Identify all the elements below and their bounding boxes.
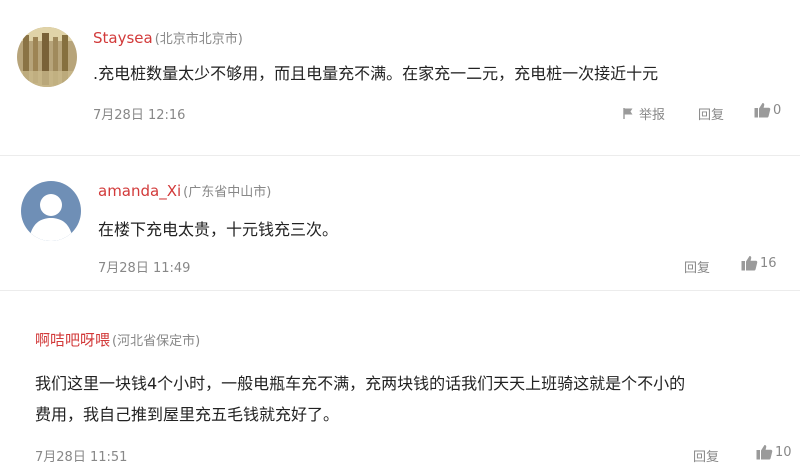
comment-username[interactable]: amanda_Xi (广东省中山市) bbox=[98, 181, 271, 200]
reply-button[interactable]: 回复 bbox=[693, 446, 719, 465]
like-button[interactable]: 0 bbox=[754, 102, 781, 118]
like-button[interactable]: 16 bbox=[741, 255, 777, 271]
default-avatar-icon bbox=[21, 181, 81, 241]
user-location: (河北省保定市) bbox=[112, 334, 201, 349]
username-text[interactable]: 啊咭吧呀喂 bbox=[35, 331, 110, 349]
thumbs-up-icon bbox=[741, 256, 758, 271]
comment-username[interactable]: Staysea (北京市北京市) bbox=[93, 28, 243, 47]
like-count: 16 bbox=[760, 255, 777, 271]
report-button[interactable]: 举报 bbox=[622, 104, 665, 123]
report-label: 举报 bbox=[639, 108, 666, 123]
reply-button[interactable]: 回复 bbox=[698, 104, 724, 123]
flag-icon bbox=[623, 108, 633, 119]
username-text[interactable]: Staysea bbox=[93, 29, 153, 47]
comment-content-line: 我们这里一块钱4个小时，一般电瓶车充不满，充两块钱的话我们天天上班骑这就是个不小… bbox=[35, 374, 686, 393]
user-location: (北京市北京市) bbox=[154, 32, 243, 47]
comment-time: 7月28日 12:16 bbox=[93, 108, 186, 123]
avatar[interactable] bbox=[21, 181, 81, 241]
comment-item: 啊咭吧呀喂 (河北省保定市) 我们这里一块钱4个小时，一般电瓶车充不满，充两块钱的… bbox=[0, 291, 800, 476]
user-location: (广东省中山市) bbox=[183, 185, 272, 200]
comment-content-line: 费用，我自己推到屋里充五毛钱就充好了。 bbox=[35, 405, 340, 424]
thumbs-up-icon bbox=[756, 445, 773, 460]
comment-item: amanda_Xi (广东省中山市) 在楼下充电太贵，十元钱充三次。 7月28日 … bbox=[0, 156, 800, 290]
comment-content: 我们这里一块钱4个小时，一般电瓶车充不满，充两块钱的话我们天天上班骑这就是个不小… bbox=[35, 368, 685, 430]
reply-label: 回复 bbox=[693, 450, 720, 465]
avatar[interactable] bbox=[17, 27, 77, 87]
comment-content: 在楼下充电太贵，十元钱充三次。 bbox=[98, 220, 339, 239]
reply-label: 回复 bbox=[684, 261, 711, 276]
comment-time: 7月28日 11:51 bbox=[35, 450, 128, 465]
comment-time: 7月28日 11:49 bbox=[98, 261, 191, 276]
comment-username[interactable]: 啊咭吧呀喂 (河北省保定市) bbox=[35, 329, 200, 350]
photo-avatar-icon bbox=[17, 27, 77, 87]
reply-button[interactable]: 回复 bbox=[684, 257, 710, 276]
comment-content: .充电桩数量太少不够用，而且电量充不满。在家充一二元，充电桩一次接近十元 bbox=[93, 64, 659, 83]
like-button[interactable]: 10 bbox=[756, 444, 792, 460]
like-count: 0 bbox=[773, 102, 782, 118]
reply-label: 回复 bbox=[698, 108, 725, 123]
thumbs-up-icon bbox=[754, 103, 771, 118]
username-text[interactable]: amanda_Xi bbox=[98, 182, 181, 200]
like-count: 10 bbox=[775, 444, 792, 460]
comment-item: Staysea (北京市北京市) .充电桩数量太少不够用，而且电量充不满。在家充一… bbox=[0, 0, 800, 155]
